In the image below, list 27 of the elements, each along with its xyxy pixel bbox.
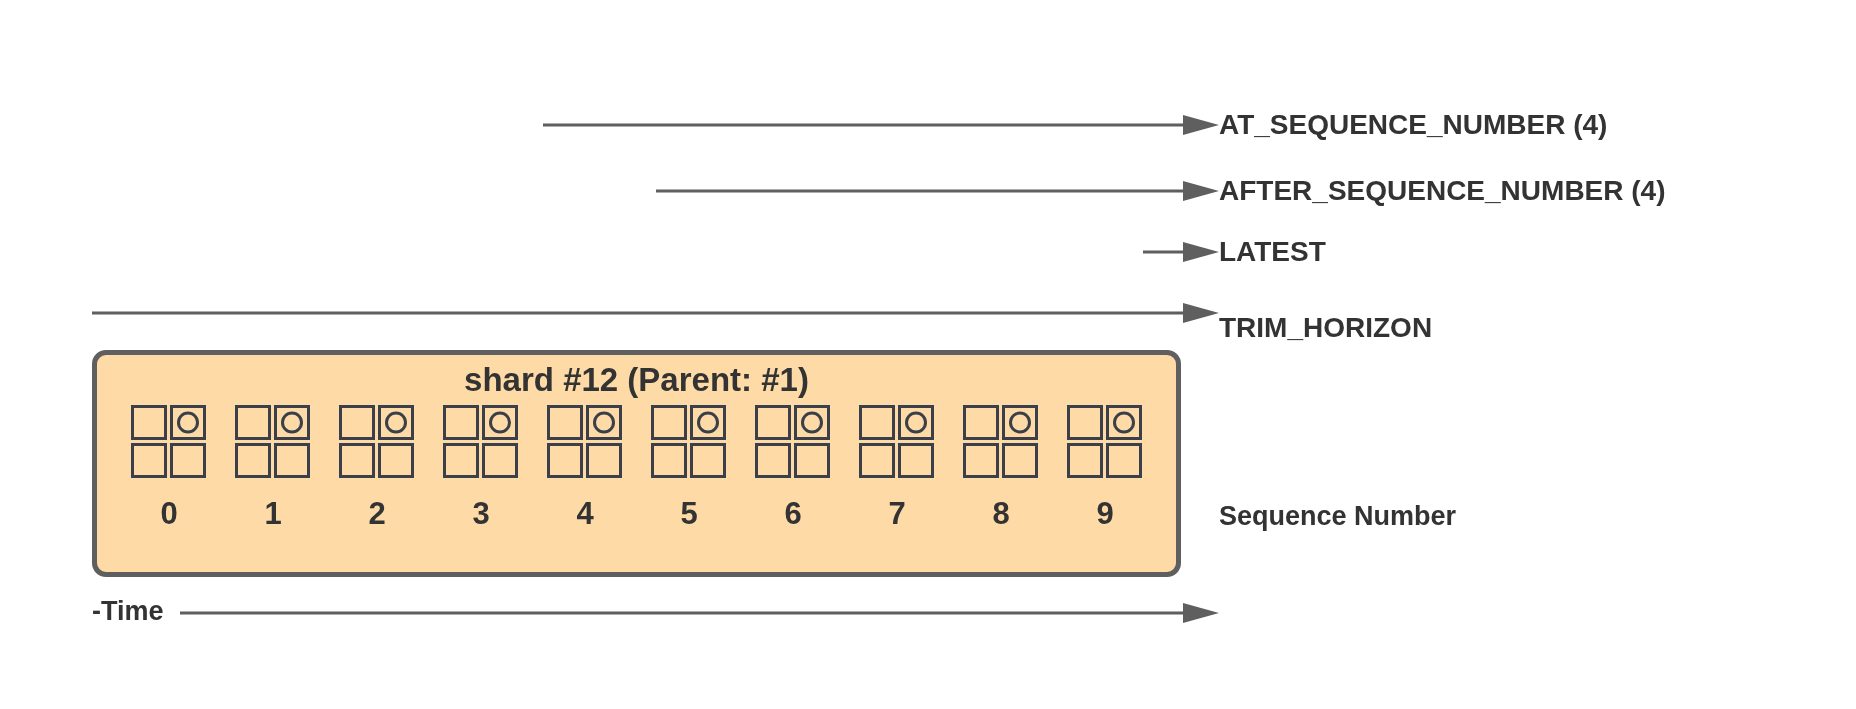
pointer-label: TRIM_HORIZON xyxy=(1219,311,1433,345)
record-grid-icon xyxy=(547,405,623,478)
record-grid-icon xyxy=(443,405,519,478)
record-grid-icon xyxy=(859,405,935,478)
record-grid-icon xyxy=(651,405,727,478)
sequence-number: 4 xyxy=(576,497,594,531)
record-grid-icon xyxy=(1067,405,1143,478)
sequence-number: 6 xyxy=(784,497,802,531)
shard-title: shard #12 (Parent: #1) xyxy=(464,361,809,399)
pointer-label: LATEST xyxy=(1219,235,1326,269)
sequence-number: 1 xyxy=(264,497,282,531)
record-grid-icon xyxy=(339,405,415,478)
axis-label: Sequence Number xyxy=(1219,500,1457,533)
pointer-label: AT_SEQUENCE_NUMBER (4) xyxy=(1219,108,1608,142)
time-label: -Time xyxy=(92,595,164,628)
sequence-number: 7 xyxy=(888,497,906,531)
pointer-label: AFTER_SEQUENCE_NUMBER (4) xyxy=(1219,174,1666,208)
record-grid-icon xyxy=(963,405,1039,478)
record-grid-icon xyxy=(235,405,311,478)
record-grid-icon xyxy=(755,405,831,478)
sequence-number: 3 xyxy=(472,497,490,531)
sequence-number: 2 xyxy=(368,497,386,531)
sequence-number: 0 xyxy=(160,497,178,531)
sequence-number: 8 xyxy=(992,497,1010,531)
sequence-number: 9 xyxy=(1096,497,1114,531)
sequence-number: 5 xyxy=(680,497,698,531)
record-grid-icon xyxy=(131,405,207,478)
